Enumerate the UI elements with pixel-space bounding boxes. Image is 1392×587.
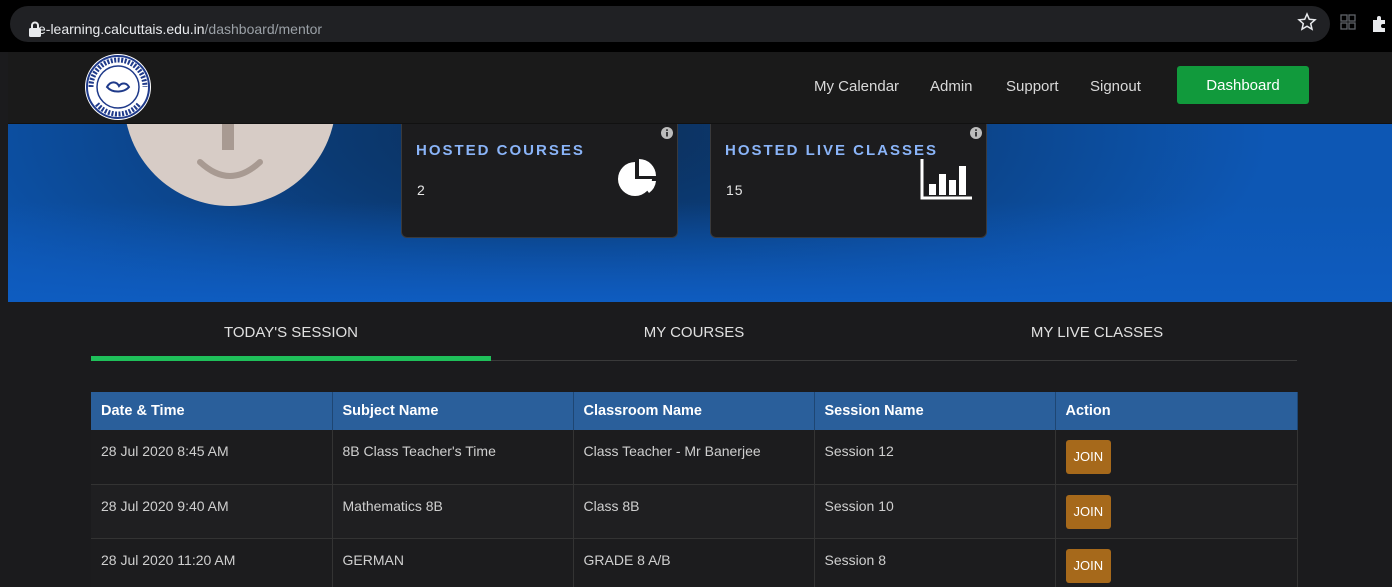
address-bar[interactable]: e-learning.calcuttais.edu.in/dashboard/m…: [10, 6, 1330, 42]
site-header: My Calendar Admin Support Signout Dashbo…: [8, 52, 1392, 124]
join-button[interactable]: JOIN: [1065, 440, 1112, 474]
hosted-live-classes-title: HOSTED LIVE CLASSES: [725, 142, 939, 159]
cell-action: JOIN: [1055, 430, 1298, 485]
header-date-time: Date & Time: [91, 392, 333, 430]
cell-subject: GERMAN: [332, 538, 574, 587]
tab-my-live-classes[interactable]: MY LIVE CLASSES: [897, 324, 1297, 341]
join-button[interactable]: JOIN: [1065, 494, 1112, 529]
cell-date: 28 Jul 2020 9:40 AM: [91, 484, 333, 539]
pie-chart-icon: [618, 159, 656, 196]
page: e-learning.calcuttais.edu.in/dashboard/m…: [0, 0, 1392, 587]
cell-date: 28 Jul 2020 11:20 AM: [91, 538, 333, 587]
avatar[interactable]: [124, 124, 336, 206]
cell-action: JOIN: [1055, 484, 1298, 539]
nav-support[interactable]: Support: [1006, 78, 1059, 95]
info-icon[interactable]: [661, 127, 673, 139]
nav-my-calendar[interactable]: My Calendar: [814, 78, 899, 95]
nav-signout[interactable]: Signout: [1090, 78, 1141, 95]
table-row: 28 Jul 2020 8:45 AM 8B Class Teacher's T…: [91, 430, 1298, 485]
cell-subject: Mathematics 8B: [332, 484, 574, 539]
tab-divider: [491, 360, 1297, 361]
extensions-icon[interactable]: [1370, 13, 1390, 33]
active-tab-indicator: [91, 356, 491, 361]
star-icon[interactable]: [1297, 12, 1317, 32]
hosted-courses-card[interactable]: HOSTED COURSES 2: [401, 124, 678, 238]
cell-session: Session 10: [814, 484, 1056, 539]
header-session-name: Session Name: [814, 392, 1056, 430]
tab-todays-session[interactable]: TODAY'S SESSION: [91, 324, 491, 341]
info-icon[interactable]: [970, 127, 982, 139]
school-logo[interactable]: [83, 52, 153, 122]
url-host: e-learning.calcuttais.edu.in: [38, 21, 205, 37]
hosted-courses-value: 2: [417, 182, 426, 198]
tab-bar: TODAY'S SESSION MY COURSES MY LIVE CLASS…: [91, 302, 1297, 364]
sessions-table: Date & Time Subject Name Classroom Name …: [91, 392, 1298, 587]
table-row: 28 Jul 2020 9:40 AM Mathematics 8B Class…: [91, 484, 1298, 539]
join-button[interactable]: JOIN: [1065, 548, 1112, 583]
header-subject-name: Subject Name: [332, 392, 574, 430]
cell-session: Session 8: [814, 538, 1056, 587]
cell-classroom: Class 8B: [573, 484, 815, 539]
nav-admin[interactable]: Admin: [930, 78, 973, 95]
cell-date: 28 Jul 2020 8:45 AM: [91, 430, 333, 485]
cell-classroom: Class Teacher - Mr Banerjee: [573, 430, 815, 485]
tab-my-courses[interactable]: MY COURSES: [494, 324, 894, 341]
url-path: /dashboard/mentor: [204, 21, 323, 37]
table-header-row: Date & Time Subject Name Classroom Name …: [91, 392, 1298, 430]
cell-action: JOIN: [1055, 538, 1298, 587]
hero-banner: HOSTED COURSES 2 HOSTED LIVE CLASSES 15: [8, 124, 1392, 302]
avatar-face-icon: [197, 124, 263, 179]
hosted-live-classes-card[interactable]: HOSTED LIVE CLASSES 15: [710, 124, 987, 238]
apps-icon[interactable]: [1340, 14, 1356, 30]
hero-gradient: [8, 202, 1392, 302]
hosted-courses-title: HOSTED COURSES: [416, 142, 585, 159]
cell-subject: 8B Class Teacher's Time: [332, 430, 574, 485]
dashboard-button[interactable]: Dashboard: [1177, 66, 1309, 104]
header-classroom-name: Classroom Name: [573, 392, 815, 430]
table-row: 28 Jul 2020 11:20 AM GERMAN GRADE 8 A/B …: [91, 538, 1298, 587]
cell-classroom: GRADE 8 A/B: [573, 538, 815, 587]
bar-chart-icon: [920, 159, 972, 200]
browser-bar: e-learning.calcuttais.edu.in/dashboard/m…: [0, 0, 1392, 52]
header-action: Action: [1055, 392, 1298, 430]
url-text[interactable]: e-learning.calcuttais.edu.in/dashboard/m…: [38, 21, 322, 37]
hosted-live-classes-value: 15: [726, 182, 744, 198]
cell-session: Session 12: [814, 430, 1056, 485]
